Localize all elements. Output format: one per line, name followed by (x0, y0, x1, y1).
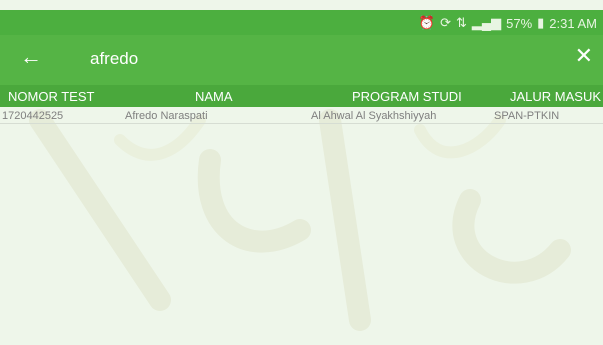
battery-icon: ▮ (537, 15, 545, 30)
clock: 2:31 AM (549, 15, 597, 31)
search-toolbar: ← afredo ✕ (0, 35, 603, 85)
status-bar: ⏰ ⟳ ⇅ ▂▄▆ 57% ▮ 2:31 AM (0, 10, 603, 35)
cell-program-studi: Al Ahwal Al Syakhshiyyah (311, 110, 437, 122)
column-nomor-test: NOMOR TEST (8, 89, 95, 104)
back-arrow-icon[interactable]: ← (20, 46, 42, 68)
table-header: NOMOR TEST NAMA PROGRAM STUDI JALUR MASU… (0, 85, 603, 107)
sync-icon: ⟳ (440, 15, 451, 30)
table-row[interactable]: 1720442525 Afredo Naraspati Al Ahwal Al … (0, 108, 603, 124)
cell-nomor-test: 1720442525 (2, 110, 64, 122)
column-nama: NAMA (195, 89, 233, 104)
signal-icon: ▂▄▆ (471, 15, 502, 30)
search-input[interactable]: afredo (90, 49, 138, 69)
alarm-icon: ⏰ (418, 15, 436, 30)
column-program-studi: PROGRAM STUDI (352, 89, 462, 104)
close-icon[interactable]: ✕ (575, 45, 593, 67)
battery-percent: 57% (506, 15, 533, 31)
column-jalur-masuk: JALUR MASUK (510, 89, 602, 104)
cell-nama: Afredo Naraspati (125, 110, 208, 122)
status-icons: ⏰ ⟳ ⇅ ▂▄▆ 57% ▮ 2:31 AM (419, 15, 597, 31)
cell-jalur-masuk: SPAN-PTKIN (494, 110, 560, 122)
data-icon: ⇅ (455, 15, 467, 30)
